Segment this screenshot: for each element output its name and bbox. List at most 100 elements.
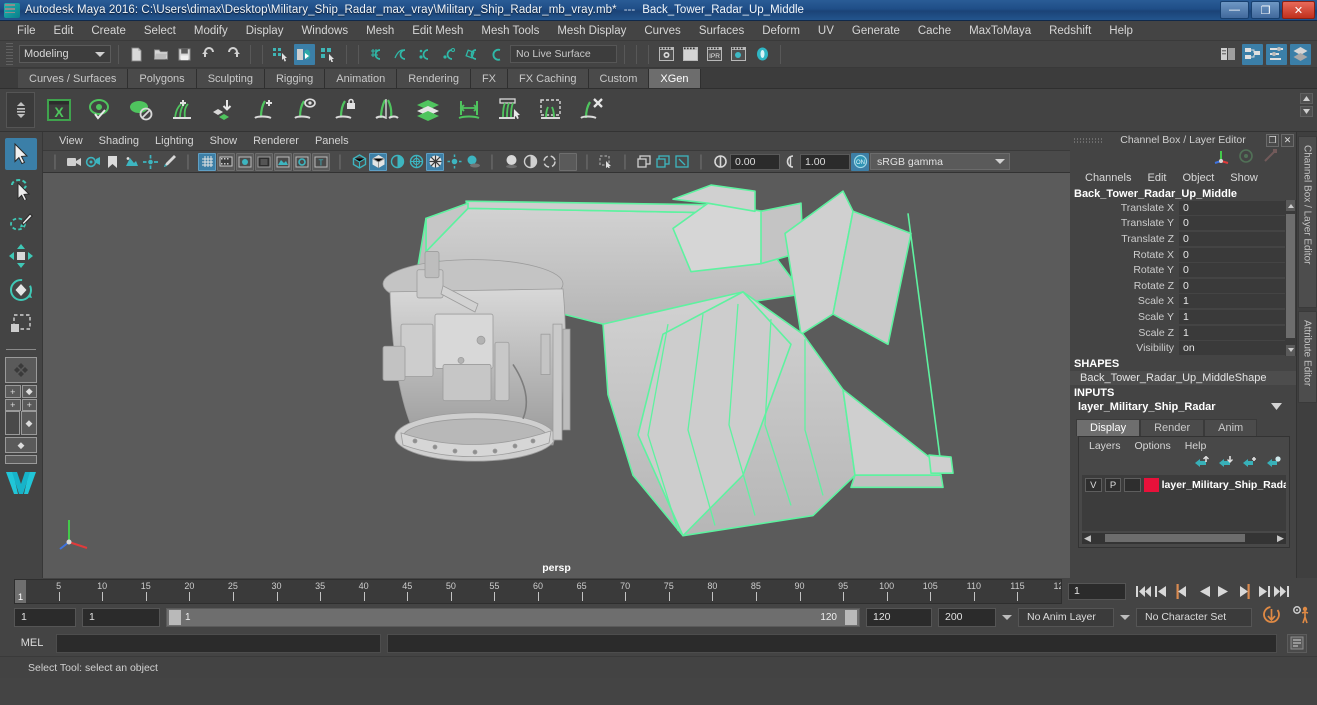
layout-extra-preset[interactable] <box>5 455 37 464</box>
grease-pencil-icon[interactable] <box>160 153 178 171</box>
channel-value[interactable]: 0 <box>1179 278 1296 293</box>
current-frame-field[interactable]: 1 <box>1068 582 1126 600</box>
auto-keyframe-icon[interactable] <box>1262 605 1281 629</box>
command-language-label[interactable]: MEL <box>14 637 50 649</box>
panel-undock-icon[interactable]: ❐ <box>1266 133 1279 147</box>
smooth-shade-all-icon[interactable] <box>369 152 387 171</box>
xgen-guide-preview-icon[interactable] <box>290 95 320 125</box>
single-pane-icon[interactable] <box>635 153 653 171</box>
select-tool[interactable] <box>5 138 37 170</box>
layer-color-swatch[interactable] <box>1143 478 1159 493</box>
menu-help[interactable]: Help <box>1100 23 1142 39</box>
anim-layer-selector[interactable]: No Anim Layer <box>1018 607 1114 627</box>
xgen-delete-guide-icon[interactable] <box>577 95 607 125</box>
rotate-tool[interactable] <box>5 274 37 306</box>
shelf-tab-custom[interactable]: Custom <box>588 69 650 88</box>
step-forward-keyframe-icon[interactable] <box>1255 582 1272 601</box>
menu-uv[interactable]: UV <box>809 23 843 39</box>
xgen-split-guide-icon[interactable] <box>372 95 402 125</box>
menu-curves[interactable]: Curves <box>635 23 689 39</box>
two-pane-icon[interactable] <box>654 153 672 171</box>
layer-move-up-icon[interactable] <box>1194 455 1209 473</box>
play-forwards-icon[interactable] <box>1214 582 1231 601</box>
step-back-keyframe-icon[interactable] <box>1153 582 1170 601</box>
menu-mesh[interactable]: Mesh <box>357 23 403 39</box>
range-start-handle[interactable] <box>169 609 181 625</box>
input-node-row[interactable]: layer_Military_Ship_Radar <box>1070 400 1296 414</box>
channel-row[interactable]: Scale Y 1 <box>1070 309 1296 325</box>
motion-blur-icon[interactable] <box>540 153 558 171</box>
viewport-menu-panels[interactable]: Panels <box>307 134 357 148</box>
viewport-menu-shading[interactable]: Shading <box>91 134 147 148</box>
shape-node-name[interactable]: Back_Tower_Radar_Up_MiddleShape <box>1070 370 1296 385</box>
use-all-lights-icon[interactable] <box>445 153 463 171</box>
channel-row[interactable]: Translate Y 0 <box>1070 216 1296 232</box>
channel-value[interactable]: 0 <box>1179 231 1296 246</box>
color-management-toggle-icon[interactable]: ON <box>851 152 869 171</box>
isolate-select-icon[interactable] <box>597 153 615 171</box>
channelbox-menu-edit[interactable]: Edit <box>1140 171 1173 185</box>
open-scene-icon[interactable] <box>150 44 171 65</box>
layer-playback-toggle[interactable]: P <box>1104 478 1122 493</box>
move-manip-icon[interactable] <box>1213 148 1230 169</box>
panel-drag-handle[interactable] <box>1074 136 1104 144</box>
layer-visibility-toggle[interactable]: V <box>1085 478 1102 493</box>
layer-list[interactable]: V Player_Military_Ship_Rada <box>1082 474 1286 531</box>
shelf-menu-button[interactable] <box>6 92 35 128</box>
menu-redshift[interactable]: Redshift <box>1040 23 1100 39</box>
select-camera-icon[interactable] <box>65 153 83 171</box>
text-display-icon[interactable]: T <box>312 152 330 171</box>
film-gate-display-icon[interactable] <box>274 152 292 171</box>
save-scene-icon[interactable] <box>174 44 195 65</box>
channel-value[interactable]: 1 <box>1179 294 1296 309</box>
outliner-icon[interactable] <box>1218 44 1239 65</box>
viewport-menu-renderer[interactable]: Renderer <box>245 134 307 148</box>
layer-create-from-selected-icon[interactable] <box>1266 455 1281 473</box>
channel-row[interactable]: Rotate X 0 <box>1070 247 1296 263</box>
scroll-down-icon[interactable] <box>1286 344 1295 356</box>
shadows-icon[interactable] <box>464 153 482 171</box>
four-view-layout[interactable]: + ◆ + + <box>5 385 37 411</box>
shelf-tab-fx[interactable]: FX <box>470 69 509 88</box>
attribute-editor-icon[interactable] <box>1266 43 1287 65</box>
wireframe-shading-icon[interactable] <box>350 153 368 171</box>
layer-tab-render[interactable]: Render <box>1140 418 1205 436</box>
select-by-hierarchy-icon[interactable] <box>270 44 291 65</box>
xray-icon[interactable] <box>293 152 311 171</box>
lasso-select-tool[interactable] <box>5 172 37 204</box>
menu-display[interactable]: Display <box>237 23 293 39</box>
snap-to-projected-center-icon[interactable] <box>438 44 459 65</box>
scale-tool[interactable] <box>5 308 37 340</box>
new-scene-icon[interactable] <box>126 44 147 65</box>
menu-set-selector[interactable]: Modeling <box>19 45 111 63</box>
play-backwards-icon[interactable] <box>1196 582 1213 601</box>
channel-box-scrollbar[interactable] <box>1285 200 1296 356</box>
scroll-up-icon[interactable] <box>1286 200 1295 211</box>
live-surface-field[interactable]: No Live Surface <box>510 45 617 63</box>
menu-generate[interactable]: Generate <box>843 23 909 39</box>
channel-row[interactable]: Visibility on <box>1070 340 1296 356</box>
xgen-select-guide-icon[interactable] <box>495 95 525 125</box>
layer-list-hscrollbar[interactable]: ◀ ▶ <box>1082 532 1286 544</box>
channel-row[interactable]: Rotate Z 0 <box>1070 278 1296 294</box>
layer-menu-options[interactable]: Options <box>1129 439 1177 453</box>
xgen-add-description-icon[interactable] <box>167 95 197 125</box>
exposure-field[interactable]: 0.00 <box>730 153 780 170</box>
character-set-selector[interactable]: No Character Set <box>1136 607 1252 627</box>
snap-to-curve-icon[interactable] <box>390 44 411 65</box>
channel-row[interactable]: Rotate Y 0 <box>1070 262 1296 278</box>
channel-row[interactable]: Scale X 1 <box>1070 294 1296 310</box>
render-current-frame-icon[interactable] <box>656 44 677 65</box>
ipr-render-icon[interactable]: IPR <box>704 44 725 65</box>
range-end-handle[interactable] <box>845 609 857 625</box>
dock-tab-channel-box-layer-editor[interactable]: Channel Box / Layer Editor <box>1297 136 1317 308</box>
animation-preferences-icon[interactable] <box>1291 605 1311 630</box>
menu-modify[interactable]: Modify <box>185 23 237 39</box>
channel-value[interactable]: 0 <box>1179 216 1296 231</box>
menu-deform[interactable]: Deform <box>753 23 809 39</box>
render-settings-icon[interactable] <box>728 44 749 65</box>
menu-edit-mesh[interactable]: Edit Mesh <box>403 23 472 39</box>
shelf-tab-rigging[interactable]: Rigging <box>264 69 326 88</box>
menu-mesh-tools[interactable]: Mesh Tools <box>472 23 548 39</box>
snap-to-view-plane-icon[interactable] <box>462 44 483 65</box>
